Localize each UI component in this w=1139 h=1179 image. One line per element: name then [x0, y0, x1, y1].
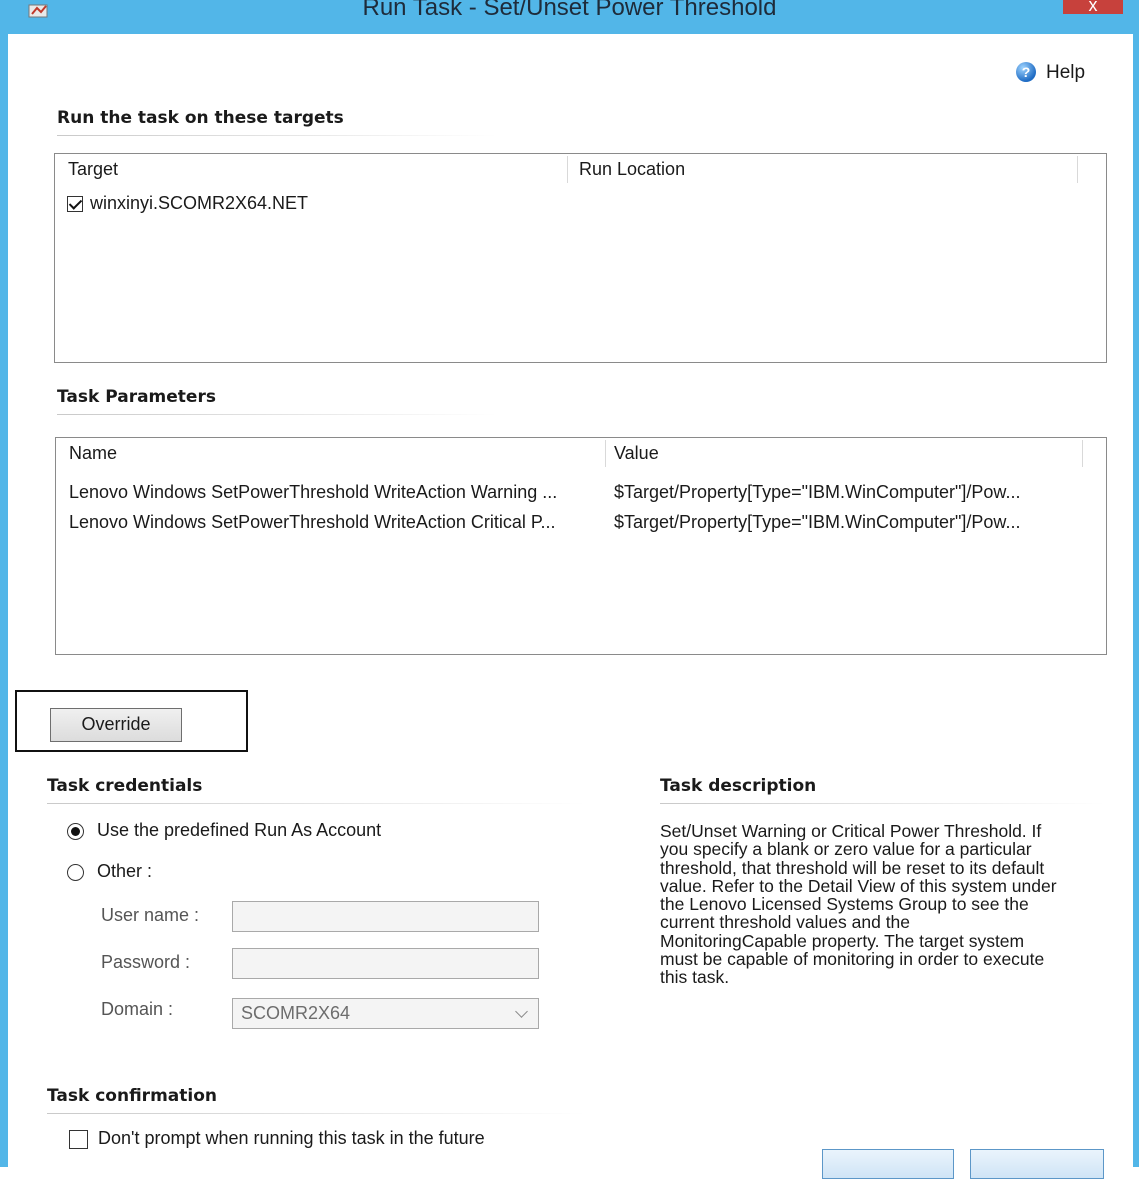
parameters-list-header: Name Value — [56, 438, 1106, 467]
cancel-button[interactable] — [970, 1149, 1104, 1179]
window-frame-left — [0, 0, 8, 1167]
predefined-account-radio[interactable] — [67, 823, 84, 840]
description-heading: Task description — [660, 776, 817, 796]
column-separator[interactable] — [1082, 440, 1083, 467]
column-header-target[interactable]: Target — [68, 154, 118, 183]
target-checkbox[interactable] — [67, 196, 83, 212]
help-link[interactable]: Help — [1046, 62, 1085, 84]
parameter-value[interactable]: $Target/Property[Type="IBM.WinComputer"]… — [614, 512, 1020, 533]
confirmation-heading-divider — [47, 1113, 587, 1114]
column-separator[interactable] — [605, 440, 606, 467]
column-header-run-location[interactable]: Run Location — [579, 154, 685, 183]
window-title: Run Task - Set/Unset Power Threshold — [362, 0, 777, 21]
chevron-down-icon[interactable] — [515, 1005, 528, 1018]
credentials-heading: Task credentials — [47, 776, 203, 796]
task-description-text: Set/Unset Warning or Critical Power Thre… — [660, 821, 1057, 988]
targets-heading: Run the task on these targets — [57, 108, 344, 128]
parameter-name: Lenovo Windows SetPowerThreshold WriteAc… — [69, 482, 558, 502]
dont-prompt-label[interactable]: Don't prompt when running this task in t… — [98, 1128, 485, 1149]
domain-select[interactable]: SCOMR2X64 — [232, 998, 539, 1029]
targets-heading-divider — [57, 135, 497, 136]
column-separator[interactable] — [1077, 156, 1078, 183]
parameter-value[interactable]: $Target/Property[Type="IBM.WinComputer"]… — [614, 482, 1020, 503]
close-button[interactable]: x — [1063, 0, 1123, 14]
parameters-heading-divider — [57, 414, 497, 415]
parameter-name: Lenovo Windows SetPowerThreshold WriteAc… — [69, 512, 556, 532]
credentials-heading-divider — [47, 803, 587, 804]
column-header-value[interactable]: Value — [614, 438, 659, 467]
target-name: winxinyi.SCOMR2X64.NET — [90, 193, 309, 213]
username-field[interactable] — [232, 901, 539, 932]
window-frame-right — [1133, 0, 1139, 1167]
targets-list-header: Target Run Location — [55, 154, 1106, 183]
predefined-account-label[interactable]: Use the predefined Run As Account — [97, 820, 381, 841]
password-label: Password : — [101, 952, 191, 972]
description-heading-divider — [660, 803, 1105, 804]
parameters-list[interactable]: Name Value Lenovo Windows SetPowerThresh… — [55, 437, 1107, 655]
override-button[interactable]: Override — [50, 708, 182, 742]
help-icon[interactable]: ? — [1016, 62, 1036, 82]
domain-value: SCOMR2X64 — [241, 1003, 351, 1023]
password-field[interactable] — [232, 948, 539, 979]
parameters-heading: Task Parameters — [57, 387, 216, 407]
other-account-radio[interactable] — [67, 864, 84, 881]
column-header-name[interactable]: Name — [69, 438, 117, 467]
column-separator[interactable] — [567, 156, 568, 183]
dont-prompt-checkbox[interactable] — [69, 1130, 88, 1149]
confirmation-heading: Task confirmation — [47, 1086, 217, 1106]
targets-list[interactable]: Target Run Location winxinyi.SCOMR2X64.N… — [54, 153, 1107, 363]
domain-label: Domain : — [101, 999, 174, 1019]
other-account-label[interactable]: Other : — [97, 861, 152, 882]
username-label: User name : — [101, 905, 200, 925]
run-button[interactable] — [822, 1149, 954, 1179]
